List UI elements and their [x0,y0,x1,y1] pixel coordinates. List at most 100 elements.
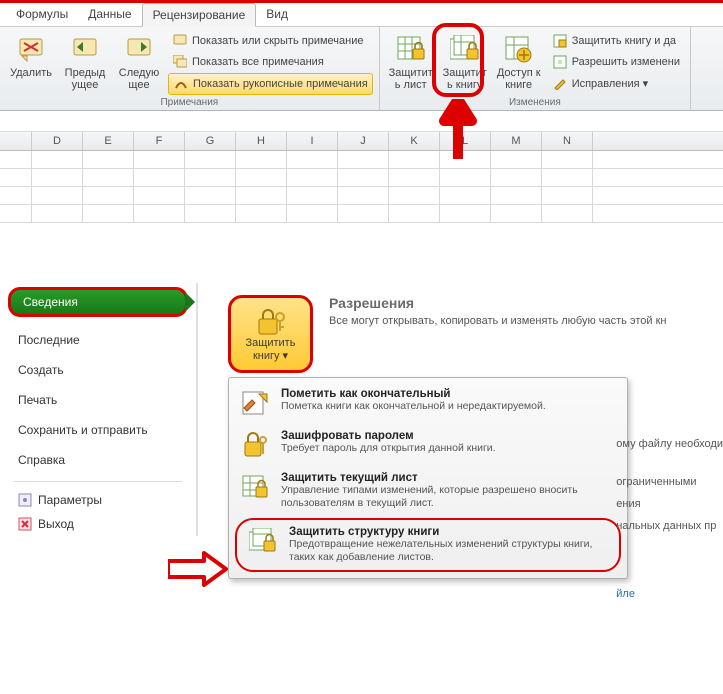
final-icon [239,388,271,418]
backstage-sidebar: Сведения Последние Создать Печать Сохран… [0,283,198,536]
exit-icon [18,517,32,531]
sidebar-item-options[interactable]: Параметры [0,488,196,512]
pencil-icon [552,75,568,91]
sidebar-item-save-send[interactable]: Сохранить и отправить [0,415,196,445]
permissions-title: Разрешения [329,295,666,311]
protect-sheet-button[interactable]: Защитить лист [386,31,436,93]
backstage-main: Защитить книгу ▾ Разрешения Все могут от… [198,283,723,536]
sheet-lock-icon [395,33,427,65]
next-label: Следующее [116,67,162,91]
share-workbook-label: Доступ к книге [496,67,542,91]
protect-workbook-button[interactable]: Защитить книгу [440,31,490,93]
sidebar-item-exit[interactable]: Выход [0,512,196,536]
allow-ranges-button[interactable]: Разрешить изменени [548,52,684,72]
tab-review[interactable]: Рецензирование [142,3,257,27]
allow-ranges-label: Разрешить изменени [572,56,680,68]
track-changes-label: Исправления ▾ [572,77,648,90]
menu-item-protect-sheet[interactable]: Защитить текущий лист Управление типами … [229,466,627,516]
workbook-lock-icon [449,33,481,65]
col-J[interactable]: J [338,132,389,150]
delete-comment-button[interactable]: Удалить [6,31,56,81]
sidebar-item-print[interactable]: Печать [0,385,196,415]
group-comments-label: Примечания [6,95,373,108]
group-changes: Защитить лист Защитить книгу Доступ к кн… [380,27,691,110]
menu-final-desc: Пометка книги как окончательной и нереда… [281,400,546,413]
options-icon [18,493,32,507]
show-hide-label: Показать или скрыть примечание [192,35,363,47]
ribbon-tabs: Формулы Данные Рецензирование Вид [0,3,723,27]
ribbon-body: Удалить Предыдущее Следующее [0,27,723,111]
worksheet-grid[interactable] [0,151,723,223]
delete-label: Удалить [10,67,52,79]
previous-icon [69,33,101,65]
share-icon [503,33,535,65]
protect-workbook-dropdown-label: Защитить книгу ▾ [231,337,310,362]
previous-label: Предыдущее [62,67,108,91]
menu-final-title: Пометить как окончательный [281,388,546,400]
ribbon: Формулы Данные Рецензирование Вид Удалит… [0,0,723,223]
comment-icon [172,33,188,49]
col-I[interactable]: I [287,132,338,150]
protect-share-button[interactable]: Защитить книгу и да [548,31,684,51]
show-all-comments-button[interactable]: Показать все примечания [168,52,373,72]
tab-data[interactable]: Данные [78,3,141,26]
show-all-label: Показать все примечания [192,56,324,68]
col-D[interactable]: D [32,132,83,150]
tab-view[interactable]: Вид [256,3,298,26]
menu-encrypt-desc: Требует пароль для открытия данной книги… [281,442,496,455]
menu-item-protect-structure[interactable]: Защитить структуру книги Предотвращение … [235,518,621,572]
menu-encrypt-title: Зашифровать паролем [281,430,496,442]
col-E[interactable]: E [83,132,134,150]
lock-share-icon [552,33,568,49]
delete-icon [15,33,47,65]
lock-key-icon [253,307,289,337]
next-icon [123,33,155,65]
encrypt-icon [239,430,271,460]
options-label: Параметры [38,493,102,507]
protect-workbook-dropdown[interactable]: Защитить книгу ▾ [228,295,313,373]
show-ink-label: Показать рукописные примечания [193,78,368,90]
col-G[interactable]: G [185,132,236,150]
tab-formulas[interactable]: Формулы [6,3,78,26]
ink-icon [173,76,189,92]
sidebar-item-info[interactable]: Сведения [8,287,188,317]
menu-item-encrypt[interactable]: Зашифровать паролем Требует пароль для о… [229,424,627,466]
show-ink-button[interactable]: Показать рукописные примечания [168,73,373,95]
menu-struct-title: Защитить структуру книги [289,526,609,538]
permissions-text: Разрешения Все могут открывать, копирова… [329,295,666,373]
permissions-block: Защитить книгу ▾ Разрешения Все могут от… [228,295,723,373]
backstage: Сведения Последние Создать Печать Сохран… [0,283,723,536]
col-F[interactable]: F [134,132,185,150]
sheet-lock-menu-icon [239,472,271,502]
next-comment-button[interactable]: Следующее [114,31,164,93]
side-text: ому файлу необходи ограниченными ения на… [616,433,723,605]
col-H[interactable]: H [236,132,287,150]
sidebar-item-recent[interactable]: Последние [0,325,196,355]
col-L[interactable]: L [440,132,491,150]
sidebar-item-help[interactable]: Справка [0,445,196,475]
exit-label: Выход [38,517,74,531]
col-K[interactable]: K [389,132,440,150]
annotation-arrow-right [168,551,228,587]
show-hide-comment-button[interactable]: Показать или скрыть примечание [168,31,373,51]
col-M[interactable]: M [491,132,542,150]
menu-item-mark-final[interactable]: Пометить как окончательный Пометка книги… [229,382,627,424]
menu-sheet-title: Защитить текущий лист [281,472,617,484]
previous-comment-button[interactable]: Предыдущее [60,31,110,93]
share-workbook-button[interactable]: Доступ к книге [494,31,544,93]
track-changes-button[interactable]: Исправления ▾ [548,73,684,93]
permissions-desc: Все могут открывать, копировать и изменя… [329,315,666,327]
column-headers: D E F G H I J K L M N [0,131,723,151]
protect-share-label: Защитить книгу и да [572,35,676,47]
group-comments: Удалить Предыдущее Следующее [0,27,380,110]
protect-sheet-label: Защитить лист [388,67,434,91]
workbook-lock-menu-icon [247,526,279,556]
menu-sheet-desc: Управление типами изменений, которые раз… [281,484,617,510]
menu-struct-desc: Предотвращение нежелательных изменений с… [289,538,609,564]
comments-icon [172,54,188,70]
sidebar-item-new[interactable]: Создать [0,355,196,385]
col-N[interactable]: N [542,132,593,150]
group-changes-label: Изменения [386,95,684,108]
protect-workbook-label: Защитить книгу [442,67,488,91]
unlock-icon [552,54,568,70]
